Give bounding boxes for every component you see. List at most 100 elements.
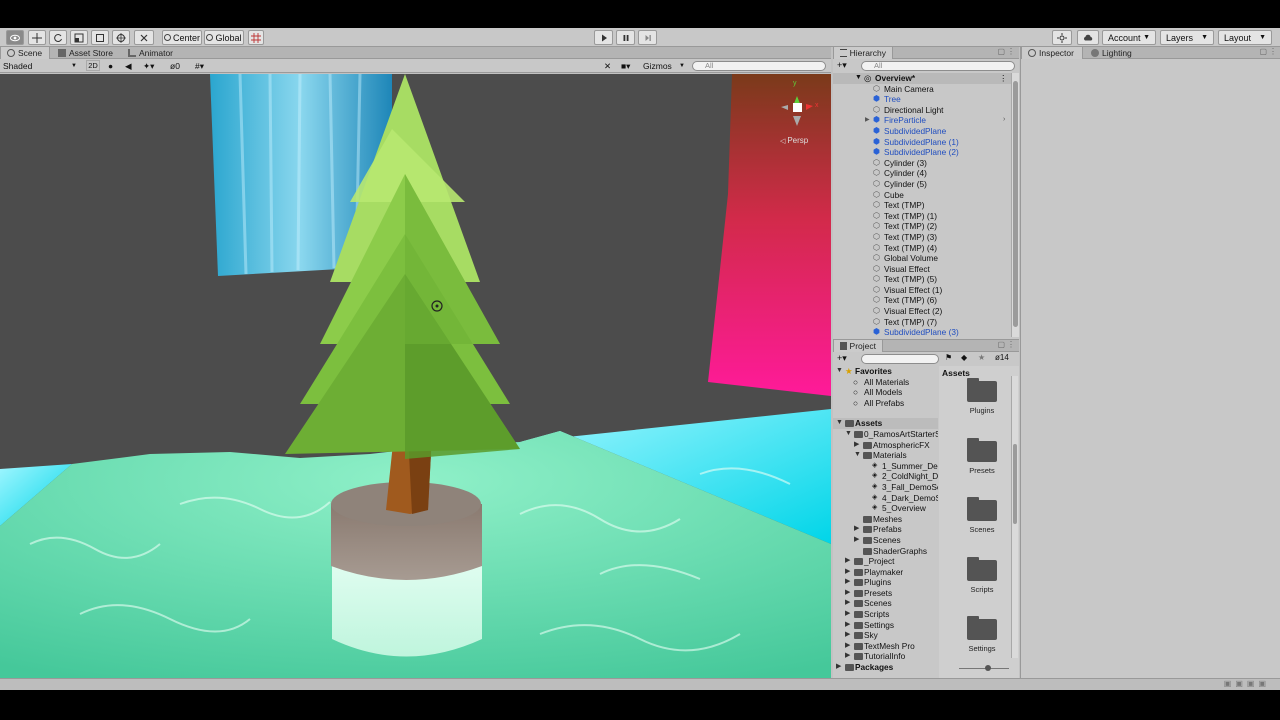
lighting-toggle[interactable]: ● [108,60,118,72]
asset-folder-tile[interactable]: Plugins [957,378,1007,415]
layout-dropdown[interactable]: Layout ▼ [1218,30,1272,45]
lock-icon[interactable]: ▢ [997,340,1005,349]
2d-toggle[interactable]: 2D [86,60,100,71]
hierarchy-item[interactable]: ⬡ Visual Effect (2) [833,306,1011,317]
project-folder-item[interactable]: ▶ Scenes [833,598,938,609]
hierarchy-item[interactable]: ▶ › ⬢ FireParticle [833,115,1011,126]
view-tool-button[interactable] [6,30,24,45]
move-tool-button[interactable] [28,30,46,45]
hierarchy-item[interactable]: ⬢ SubdividedPlane (1) [833,137,1011,148]
favorite-item[interactable]: ○ All Materials [833,377,938,388]
add-dropdown-button[interactable]: +▾ [837,60,847,71]
effects-dropdown[interactable]: ✦▾ [143,60,161,72]
project-folder-item[interactable]: ▶ Plugins [833,577,938,588]
asset-folder-tile[interactable]: Settings [957,616,1007,653]
audio-toggle[interactable]: ◀ [125,60,135,72]
play-button[interactable] [594,30,613,45]
asset-grid-scrollbar[interactable] [1011,376,1018,658]
chevron-right-icon[interactable]: ▶ [845,641,850,652]
tab-hierarchy[interactable]: Hierarchy [833,47,893,59]
hidden-objects-toggle[interactable]: ø0 [170,60,190,72]
scale-tool-button[interactable] [70,30,88,45]
project-folder-item[interactable]: ▶ Settings [833,620,938,631]
star-icon[interactable]: ★ [978,353,985,362]
tab-inspector[interactable]: Inspector [1021,47,1083,59]
project-folder-item[interactable]: ▶ Scripts [833,609,938,620]
project-folder-item[interactable]: ◈ 5_Overview [833,503,938,514]
project-search-input[interactable] [861,354,939,364]
zoom-slider[interactable] [959,665,1009,671]
grid-dropdown[interactable]: #▾ [195,60,217,72]
hierarchy-scrollbar[interactable] [1011,73,1019,337]
hierarchy-item[interactable]: ⬡ Cylinder (3) [833,158,1011,169]
favorite-item[interactable]: ○ All Models [833,387,938,398]
project-folder-item[interactable]: ▶ TextMesh Pro [833,641,938,652]
project-folder-item[interactable]: ▼ 0_RamosArtStarterS [833,429,938,440]
hierarchy-item[interactable]: ⬢ Tree [833,94,1011,105]
hierarchy-item[interactable]: ⬡ Main Camera [833,84,1011,95]
project-folder-item[interactable]: ◈ 3_Fall_DemoSc [833,482,938,493]
grid-snap-button[interactable] [248,30,264,45]
hierarchy-item[interactable]: ⬡ Text (TMP) [833,200,1011,211]
project-folder-item[interactable]: ▶ Playmaker [833,567,938,578]
zoom-slider-thumb[interactable] [985,665,991,671]
chevron-right-icon[interactable]: ▶ [845,651,850,662]
chevron-right-icon[interactable]: ▶ [845,609,850,620]
chevron-right-icon[interactable]: ▶ [854,535,859,546]
hierarchy-search-input[interactable]: All [861,61,1015,71]
hierarchy-item[interactable]: ⬡ Text (TMP) (5) [833,274,1011,285]
hierarchy-item[interactable]: ⬡ Text (TMP) (4) [833,243,1011,254]
asset-folder-tile[interactable]: Scripts [957,556,1007,594]
scene-viewport[interactable]: y x ◁ Persp [0,74,831,678]
custom-tool-button[interactable] [134,30,154,45]
assets-root-row[interactable]: ▼ Assets [833,418,938,429]
chevron-right-icon[interactable]: ▶ [845,567,850,578]
pivot-center-button[interactable]: Center [162,30,202,45]
kebab-menu-icon[interactable]: ⋮ [1269,47,1277,56]
hierarchy-item[interactable]: ⬡ Cube [833,190,1011,201]
hierarchy-item[interactable]: ⬡ Global Volume [833,253,1011,264]
hierarchy-item[interactable]: ⬡ Cylinder (4) [833,168,1011,179]
project-folder-item[interactable]: Meshes [833,514,938,525]
shading-mode-dropdown[interactable]: Shaded ▼ [3,60,79,72]
hierarchy-scroll-thumb[interactable] [1013,81,1018,327]
asset-grid-scroll-thumb[interactable] [1013,444,1017,524]
tab-project[interactable]: Project [833,340,883,352]
hierarchy-item[interactable]: ⬢ SubdividedPlane [833,126,1011,137]
hierarchy-item[interactable]: ⬡ Directional Light [833,105,1011,116]
tab-scene[interactable]: Scene [0,47,50,59]
hierarchy-item[interactable]: ⬡ Text (TMP) (1) [833,211,1011,222]
chevron-right-icon[interactable]: › [1003,115,1005,126]
favorite-item[interactable]: ○ All Prefabs [833,398,938,409]
scene-root-row[interactable]: ▼ ◎ Overview* ⋮ [833,73,1011,84]
project-folder-item[interactable]: ◈ 2_ColdNight_D [833,471,938,482]
cloud-button[interactable] [1077,30,1099,45]
chevron-right-icon[interactable]: ▶ [845,556,850,567]
chevron-right-icon[interactable]: ▶ [854,440,859,451]
pause-button[interactable] [616,30,635,45]
layers-dropdown[interactable]: Layers ▼ [1160,30,1214,45]
chevron-down-icon[interactable]: ▼ [845,429,852,440]
kebab-menu-icon[interactable]: ⋮ [1007,47,1015,56]
chevron-right-icon[interactable]: ▶ [854,524,859,535]
packages-row[interactable]: ▶ Packages [833,662,938,673]
project-folder-item[interactable]: ▼ Materials [833,450,938,461]
project-folder-item[interactable]: ShaderGraphs [833,546,938,557]
asset-folder-tile[interactable]: Scenes [957,497,1007,534]
hierarchy-item[interactable]: ⬡ Visual Effect [833,264,1011,275]
asset-folder-tile[interactable]: Presets [957,437,1007,475]
gizmos-dropdown[interactable]: Gizmos ▼ [643,60,687,72]
chevron-right-icon[interactable]: ▶ [845,598,850,609]
tab-lighting[interactable]: Lighting [1085,47,1138,59]
hierarchy-item[interactable]: ⬢ SubdividedPlane (3) [833,327,1011,337]
hierarchy-item[interactable]: ⬡ Text (TMP) (3) [833,232,1011,243]
scene-search-input[interactable]: All [692,61,826,71]
project-folder-item[interactable]: ▶ Scenes [833,535,938,546]
project-folder-item[interactable]: ▶ Prefabs [833,524,938,535]
favorites-row[interactable]: ▼ ★ Favorites [833,366,938,377]
tab-asset-store[interactable]: Asset Store [52,47,119,59]
project-folder-item[interactable]: ◈ 4_Dark_DemoS [833,493,938,504]
chevron-right-icon[interactable]: ▶ [865,115,870,126]
hierarchy-item[interactable]: ⬢ SubdividedPlane (2) [833,147,1011,158]
project-folder-item[interactable]: ▶ AtmosphericFX [833,440,938,451]
